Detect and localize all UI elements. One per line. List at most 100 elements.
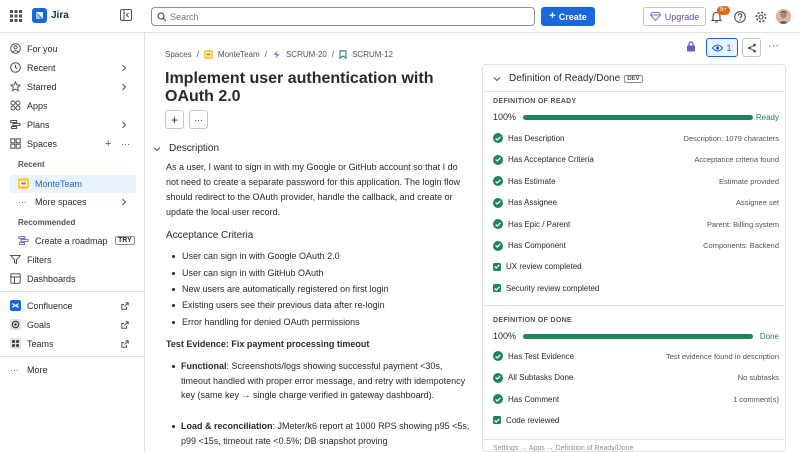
check-row: All Subtasks Done No subtasks — [493, 372, 779, 383]
dev-badge: DEV — [624, 74, 643, 83]
create-button[interactable]: + Create — [541, 7, 595, 26]
sidebar-label: Goals — [27, 319, 51, 330]
search-icon — [157, 12, 167, 22]
sidebar-item-for-you[interactable]: For you — [10, 43, 58, 54]
add-space-plus-icon[interactable]: + — [105, 138, 111, 150]
sidebar-label: Plans — [27, 119, 50, 130]
check-row[interactable]: Code reviewed — [493, 416, 779, 425]
check-row: Has Test Evidence Test evidence found in … — [493, 351, 779, 361]
sidebar-label: Apps — [27, 100, 48, 111]
share-button[interactable] — [742, 38, 761, 57]
check-row: Has Description Description: 1079 charact… — [493, 133, 779, 143]
breadcrumb-parent[interactable]: SCRUM-20 — [286, 50, 327, 59]
check-row: Has Component Components: Backend — [493, 240, 779, 251]
sidebar-toggle-icon[interactable] — [120, 9, 132, 21]
sidebar-item-filters[interactable]: Filters — [10, 254, 52, 265]
story-icon — [339, 50, 347, 59]
check-circle-icon — [493, 219, 503, 229]
apps-grid-icon — [10, 100, 21, 111]
list-item: Error handling for denied OAuth permissi… — [172, 317, 360, 327]
more-actions-button[interactable]: ··· — [189, 110, 208, 129]
checkbox-checked-icon[interactable] — [493, 262, 501, 271]
sidebar-label: Starred — [27, 81, 57, 92]
check-label: Has Comment — [508, 394, 560, 404]
check-value: 1 comment(s) — [733, 394, 779, 404]
list-item: User can sign in with Google OAuth 2.0 — [172, 251, 340, 261]
issue-title[interactable]: Implement user authentication with OAuth… — [165, 70, 465, 106]
checkbox-checked-icon[interactable] — [493, 416, 501, 424]
plus-icon: + — [170, 112, 178, 127]
description-heading-label: Description — [169, 143, 220, 154]
more-options-icon[interactable]: ··· — [768, 40, 779, 52]
jira-logo-icon[interactable] — [32, 8, 47, 23]
epic-icon — [272, 50, 281, 59]
issue-main: Spaces / MonteTeam / SCRUM-20 / SCRUM-12… — [145, 33, 485, 452]
sidebar-item-starred[interactable]: Starred — [10, 81, 136, 92]
search-box[interactable] — [151, 7, 535, 26]
app-name[interactable]: Jira — [51, 10, 69, 21]
more-dots-icon[interactable]: ··· — [121, 139, 130, 149]
sidebar-item-teams[interactable]: Teams — [10, 338, 136, 349]
roadmap-icon — [18, 235, 29, 246]
user-avatar[interactable] — [776, 9, 791, 24]
sidebar-item-monteteam[interactable]: MonteTeam — [18, 178, 82, 189]
settings-gear-icon[interactable] — [755, 11, 767, 23]
ready-status: Ready — [755, 112, 779, 122]
sidebar-label: Confluence — [27, 300, 73, 311]
eye-icon — [712, 44, 724, 52]
breadcrumb-team[interactable]: MonteTeam — [218, 50, 260, 59]
lock-icon[interactable] — [686, 41, 696, 52]
checkbox-checked-icon[interactable] — [493, 284, 501, 292]
check-value: Description: 1079 characters — [683, 133, 779, 143]
sidebar-item-dashboards[interactable]: Dashboards — [10, 273, 76, 284]
more-dots-icon: ··· — [18, 197, 27, 207]
confluence-logo-icon — [10, 300, 21, 311]
list-item: Load & reconciliation: JMeter/k6 report … — [172, 419, 472, 448]
sidebar-item-more[interactable]: ··· More — [10, 365, 48, 375]
sidebar-item-plans[interactable]: Plans — [10, 119, 136, 130]
panel-divider — [483, 439, 785, 440]
sidebar-item-apps[interactable]: Apps — [10, 100, 48, 111]
more-dots-icon: ··· — [194, 114, 203, 125]
share-icon — [747, 43, 757, 53]
sidebar-item-create-roadmap[interactable]: Create a roadmap TRY — [18, 235, 136, 246]
done-progress: 100% Done — [493, 331, 779, 341]
panel-footer: Settings → Apps → Definition of Ready/Do… — [493, 445, 634, 452]
check-label: Has Test Evidence — [508, 351, 575, 361]
sidebar-item-goals[interactable]: Goals — [10, 319, 136, 330]
description-text[interactable]: As a user, I want to sign in with my Goo… — [166, 160, 466, 220]
description-heading[interactable]: Description — [153, 143, 219, 154]
check-circle-icon — [493, 133, 503, 143]
panel-header[interactable]: Definition of Ready/Done DEV — [493, 73, 643, 84]
check-value: Assignee set — [736, 198, 779, 207]
sidebar-label: Spaces — [27, 138, 58, 149]
sidebar-item-more-spaces[interactable]: ··· More spaces — [18, 197, 136, 207]
chevron-down-icon — [493, 76, 501, 82]
check-circle-icon — [493, 372, 503, 383]
user-circle-icon — [10, 43, 21, 54]
panel-divider — [483, 91, 785, 92]
check-row[interactable]: UX review completed — [493, 262, 779, 271]
space-avatar-icon — [203, 50, 213, 59]
test-evidence-heading: Test Evidence: Fix payment processing ti… — [166, 339, 370, 349]
breadcrumb-separator: / — [331, 50, 335, 59]
search-input[interactable] — [170, 10, 520, 23]
more-dots-icon: ··· — [10, 365, 19, 375]
panel-title: Definition of Ready/Done — [509, 73, 621, 84]
breadcrumb-issue[interactable]: SCRUM-12 — [352, 50, 393, 59]
check-label: Has Component — [508, 241, 566, 250]
watch-button[interactable]: 1 — [706, 38, 738, 57]
plans-icon — [10, 119, 21, 130]
sidebar-item-spaces[interactable]: Spaces + ··· — [10, 138, 136, 150]
done-progress-bar — [523, 333, 753, 339]
help-icon[interactable] — [734, 11, 746, 23]
check-row[interactable]: Security review completed — [493, 284, 779, 293]
upgrade-button[interactable]: Upgrade — [643, 7, 706, 26]
sidebar-item-confluence[interactable]: Confluence — [10, 300, 136, 311]
breadcrumb-spaces[interactable]: Spaces — [165, 50, 192, 59]
app-switcher-icon[interactable] — [10, 10, 22, 22]
add-button[interactable]: + — [165, 110, 184, 129]
sidebar-label: MonteTeam — [35, 178, 83, 189]
sidebar-item-recent[interactable]: Recent — [10, 62, 136, 73]
create-button-label: Create — [558, 11, 587, 22]
